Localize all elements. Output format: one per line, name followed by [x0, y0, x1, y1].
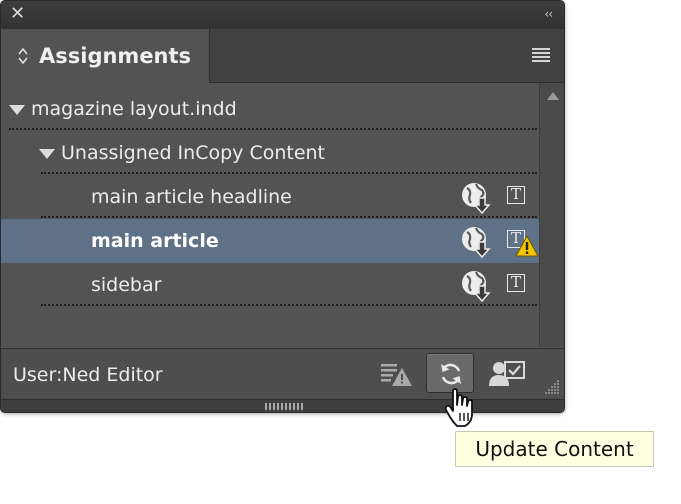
hand-pointer-cursor-icon — [444, 388, 473, 427]
tree-row-document[interactable]: magazine layout.indd — [1, 87, 539, 131]
text-frame-icon: T — [507, 274, 525, 292]
panel-resize-bar[interactable] — [1, 399, 564, 412]
warning-icon — [515, 235, 539, 257]
sort-arrows-icon — [18, 47, 28, 65]
list-item[interactable]: main article headline T — [1, 175, 539, 219]
panel-footer: User:Ned Editor — [1, 348, 564, 399]
tab-label: Assignments — [39, 44, 192, 68]
globe-download-icon — [462, 271, 491, 303]
list-item[interactable]: sidebar T — [1, 263, 539, 307]
tab-assignments[interactable]: Assignments — [1, 29, 210, 83]
item-label: main article — [91, 230, 219, 252]
assignment-list: magazine layout.indd Unassigned InCopy C… — [1, 83, 539, 347]
refresh-icon — [441, 363, 461, 385]
scroll-up-arrow-icon[interactable] — [547, 92, 559, 100]
row-divider — [9, 128, 537, 130]
vertical-scrollbar[interactable] — [539, 83, 564, 347]
tab-strip: Assignments — [1, 29, 564, 83]
hamburger-menu-icon[interactable] — [532, 48, 550, 62]
list-item[interactable]: main article T — [1, 219, 539, 263]
row-divider — [41, 216, 537, 218]
update-content-button[interactable] — [426, 353, 474, 393]
tooltip: Update Content — [455, 431, 654, 467]
globe-download-icon — [462, 183, 491, 215]
row-divider — [41, 304, 537, 306]
disclosure-triangle-icon[interactable] — [9, 105, 25, 115]
panel-title-bar[interactable]: ✕ ‹‹ — [1, 1, 564, 30]
text-frame-icon: T — [507, 186, 525, 204]
item-label: main article headline — [91, 186, 292, 208]
item-label: sidebar — [91, 274, 162, 296]
group-name: Unassigned InCopy Content — [61, 142, 326, 164]
drag-handle-icon[interactable] — [265, 403, 303, 410]
missing-assignment-warning-icon[interactable] — [379, 361, 413, 387]
row-divider — [41, 172, 537, 174]
resize-grip-icon[interactable] — [544, 379, 560, 395]
tree-row-group[interactable]: Unassigned InCopy Content — [1, 131, 539, 175]
current-user: User:Ned Editor — [13, 364, 163, 386]
double-chevron-left-icon[interactable]: ‹‹ — [544, 7, 553, 21]
disclosure-triangle-icon[interactable] — [39, 149, 55, 159]
user-assignment-icon[interactable] — [488, 359, 526, 387]
globe-download-icon — [462, 227, 491, 259]
assignments-panel: ✕ ‹‹ Assignments magazine layout.indd Un… — [0, 0, 565, 413]
document-name: magazine layout.indd — [31, 98, 237, 120]
close-icon[interactable]: ✕ — [10, 4, 25, 24]
